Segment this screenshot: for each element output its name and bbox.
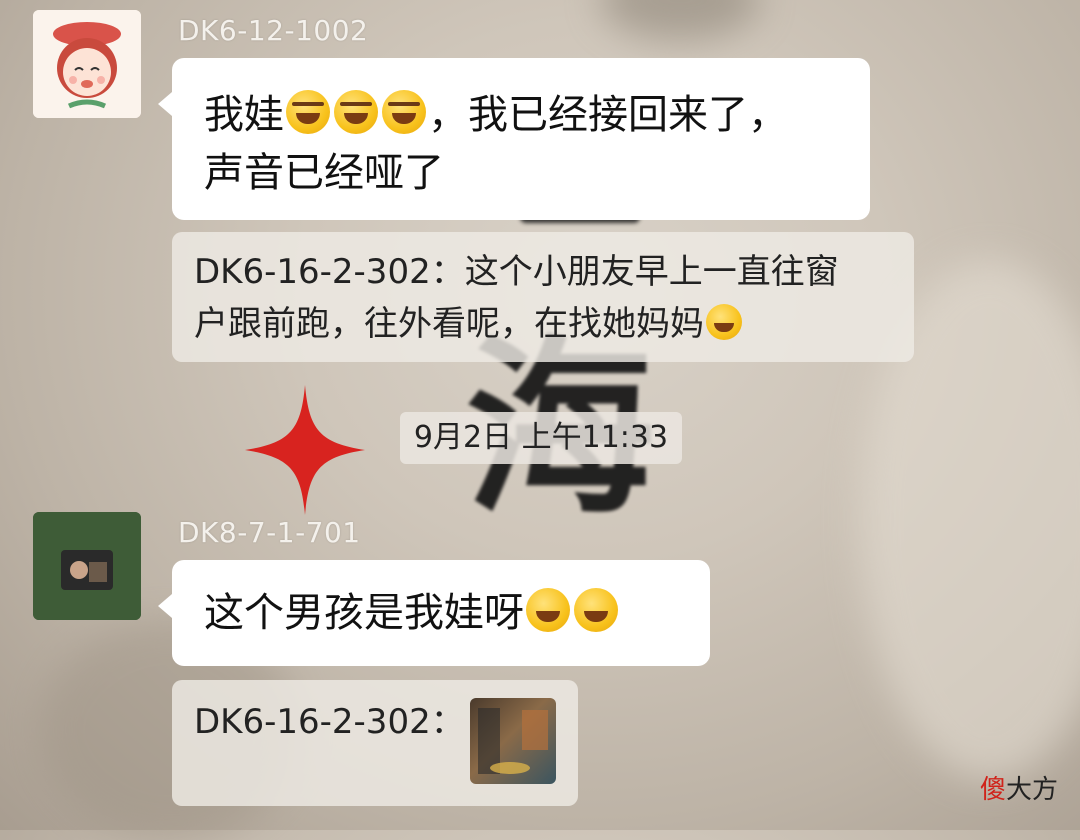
face-palm-emoji-icon (382, 90, 426, 134)
watermark: 傻大方 (980, 769, 1058, 806)
message-line: 我娃 ，我已经接回来了， (204, 86, 838, 144)
sender-name: DK8-7-1-701 (178, 516, 361, 549)
red-star-decoration (245, 385, 365, 515)
background-blur (600, 0, 760, 40)
cartoon-girl-avatar-icon (33, 10, 141, 118)
image-thumbnail[interactable] (470, 698, 556, 784)
photo-icon (478, 708, 548, 774)
message-text: ，我已经接回来了， (428, 92, 788, 138)
avatar[interactable] (33, 512, 141, 620)
message-bubble[interactable]: 这个男孩是我娃呀 (158, 560, 710, 666)
message-text: 我娃 (204, 92, 284, 138)
quote-text: DK6-16-2-302：这个小朋友早上一直往窗 (194, 252, 839, 292)
tears-of-joy-emoji-icon (526, 588, 570, 632)
watermark-text: 大方 (1005, 775, 1058, 805)
face-palm-emoji-icon (286, 90, 330, 134)
watermark-text: 傻 (979, 775, 1006, 805)
message-bubble[interactable]: 我娃 ，我已经接回来了， 声音已经哑了 (158, 58, 870, 220)
quoted-message[interactable]: DK6-16-2-302：这个小朋友早上一直往窗 户跟前跑，往外看呢，在找她妈妈 (172, 232, 914, 362)
quote-text: 户跟前跑，往外看呢，在找她妈妈 (194, 304, 704, 344)
sender-name: DK6-12-1002 (178, 14, 369, 47)
photo-avatar-icon (33, 512, 141, 620)
timestamp: 9月2日 上午11:33 (400, 412, 682, 464)
tears-of-joy-emoji-icon (706, 304, 742, 340)
message-text: 声音已经哑了 (204, 150, 444, 196)
face-palm-emoji-icon (334, 90, 378, 134)
avatar[interactable] (33, 10, 141, 118)
quote-text: DK6-16-2-302： (194, 702, 465, 742)
tears-of-joy-emoji-icon (574, 588, 618, 632)
message-text: 这个男孩是我娃呀 (204, 590, 524, 636)
